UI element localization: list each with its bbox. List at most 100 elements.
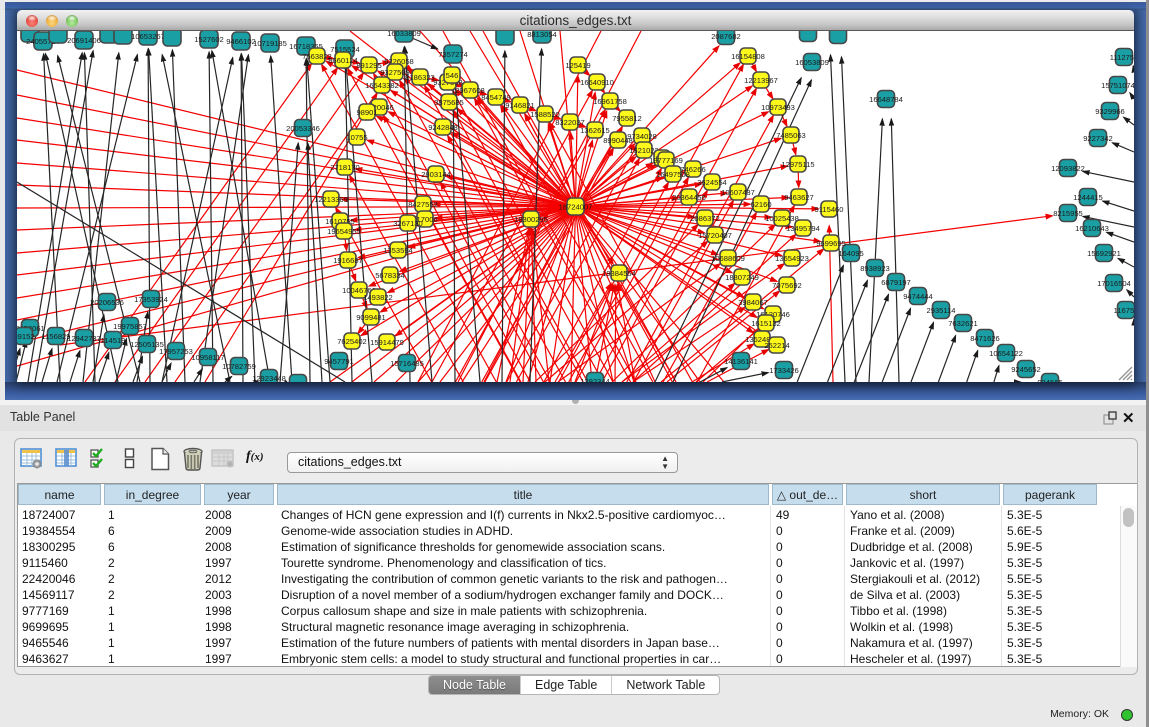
svg-text:7625402: 7625402 xyxy=(337,337,367,346)
svg-text:2935114: 2935114 xyxy=(927,306,956,315)
svg-text:2087682: 2087682 xyxy=(711,32,741,41)
svg-text:546: 546 xyxy=(446,71,459,80)
svg-text:12213967: 12213967 xyxy=(744,76,778,85)
svg-text:5678334: 5678334 xyxy=(375,271,405,280)
svg-text:1292344: 1292344 xyxy=(580,377,610,382)
svg-text:15716485: 15716485 xyxy=(390,359,424,368)
svg-text:9242848: 9242848 xyxy=(428,123,458,132)
svg-text:19654955: 19654955 xyxy=(327,227,361,236)
svg-text:891295: 891295 xyxy=(356,61,381,70)
svg-text:3267130: 3267130 xyxy=(393,219,423,228)
svg-text:16053809: 16053809 xyxy=(795,58,829,67)
svg-text:16640910: 16640910 xyxy=(580,78,614,87)
svg-text:9734028: 9734028 xyxy=(627,132,657,141)
svg-text:7632621: 7632621 xyxy=(948,319,978,328)
svg-text:15692921: 15692921 xyxy=(1087,249,1121,258)
svg-text:7075692: 7075692 xyxy=(772,281,802,290)
svg-text:20053346: 20053346 xyxy=(286,124,320,133)
svg-text:39152: 39152 xyxy=(17,332,35,341)
svg-text:10973493: 10973493 xyxy=(761,103,795,112)
svg-text:62160: 62160 xyxy=(750,200,771,209)
svg-text:12923448: 12923448 xyxy=(252,374,286,382)
svg-text:9457791: 9457791 xyxy=(324,357,354,366)
svg-text:1353594: 1353594 xyxy=(383,246,413,255)
svg-text:20206536: 20206536 xyxy=(90,298,124,307)
svg-text:7955812: 7955812 xyxy=(612,114,642,123)
svg-text:18300295: 18300295 xyxy=(514,215,548,224)
svg-text:16961758: 16961758 xyxy=(593,97,627,106)
svg-text:10688609: 10688609 xyxy=(711,254,745,263)
svg-text:20364456: 20364456 xyxy=(672,193,706,202)
svg-text:16543382: 16543382 xyxy=(365,81,399,90)
svg-text:10607487: 10607487 xyxy=(721,188,755,197)
svg-text:8660124: 8660124 xyxy=(328,56,358,65)
svg-text:98901: 98901 xyxy=(356,108,377,117)
svg-text:16648784: 16648784 xyxy=(869,95,903,104)
svg-text:2718170: 2718170 xyxy=(330,163,360,172)
svg-text:15751074: 15751074 xyxy=(1101,81,1134,90)
svg-text:10755: 10755 xyxy=(346,133,367,142)
svg-text:1916687: 1916687 xyxy=(333,256,363,265)
svg-text:9227342: 9227342 xyxy=(1083,134,1113,143)
svg-text:17353924: 17353924 xyxy=(134,295,168,304)
svg-text:3984067: 3984067 xyxy=(738,298,768,307)
svg-text:9699695: 9699695 xyxy=(816,239,846,248)
svg-text:114519: 114519 xyxy=(101,336,126,345)
svg-text:164095: 164095 xyxy=(838,249,863,258)
svg-text:1615132: 1615132 xyxy=(751,319,781,328)
svg-text:9466102: 9466102 xyxy=(226,37,256,46)
svg-text:17957253: 17957253 xyxy=(159,347,193,356)
svg-text:1493822: 1493822 xyxy=(363,293,393,302)
svg-text:7357274: 7357274 xyxy=(438,50,468,59)
svg-text:9115460: 9115460 xyxy=(815,205,844,214)
svg-text:12213369: 12213369 xyxy=(314,195,348,204)
svg-text:8813054: 8813054 xyxy=(527,31,557,39)
svg-text:9329966: 9329966 xyxy=(1095,107,1125,116)
svg-text:10958117: 10958117 xyxy=(191,353,224,362)
svg-text:13654923: 13654923 xyxy=(775,254,809,263)
svg-text:9245652: 9245652 xyxy=(1011,365,1041,374)
svg-text:13495794: 13495794 xyxy=(786,224,820,233)
svg-text:15720407: 15720407 xyxy=(698,231,732,240)
svg-text:12975115: 12975115 xyxy=(781,160,814,169)
svg-text:15914479: 15914479 xyxy=(370,338,404,347)
svg-text:1733426: 1733426 xyxy=(769,366,799,375)
svg-text:20691406: 20691406 xyxy=(67,36,101,45)
svg-text:2803144: 2803144 xyxy=(421,170,451,179)
svg-text:19384554: 19384554 xyxy=(602,269,636,278)
svg-text:116753: 116753 xyxy=(1114,306,1134,315)
svg-text:7485063: 7485063 xyxy=(776,131,806,140)
svg-text:8938923: 8938923 xyxy=(860,264,890,273)
svg-text:1527602: 1527602 xyxy=(194,35,224,44)
svg-text:19975857: 19975857 xyxy=(113,322,147,331)
svg-text:8471626: 8471626 xyxy=(970,334,1000,343)
svg-text:8427552: 8427552 xyxy=(408,200,438,209)
svg-text:1244415: 1244415 xyxy=(1073,193,1103,202)
svg-text:1112757: 1112757 xyxy=(1110,53,1134,62)
svg-text:17016504: 17016504 xyxy=(1097,279,1131,288)
svg-text:1362615: 1362615 xyxy=(580,126,610,135)
svg-text:16497508: 16497508 xyxy=(656,170,690,179)
svg-text:10654122: 10654122 xyxy=(989,349,1023,358)
svg-text:12093822: 12093822 xyxy=(1051,164,1085,173)
svg-text:2086372: 2086372 xyxy=(690,214,720,223)
svg-text:9474444: 9474444 xyxy=(903,292,933,301)
svg-text:16210643: 16210643 xyxy=(1075,224,1109,233)
svg-text:19777169: 19777169 xyxy=(649,156,683,165)
svg-text:10025438: 10025438 xyxy=(765,214,799,223)
svg-text:9146821: 9146821 xyxy=(505,101,535,110)
svg-text:3875685: 3875685 xyxy=(434,98,464,107)
svg-text:3624554: 3624554 xyxy=(697,178,727,187)
svg-text:924565: 924565 xyxy=(1037,378,1062,382)
svg-text:16033809: 16033809 xyxy=(387,31,421,38)
svg-text:9463627: 9463627 xyxy=(784,193,814,202)
svg-text:14136141: 14136141 xyxy=(724,357,758,366)
svg-text:16154808: 16154808 xyxy=(731,52,765,61)
svg-text:9099481: 9099481 xyxy=(356,313,386,322)
svg-text:18807249: 18807249 xyxy=(725,273,759,282)
svg-text:8186323: 8186323 xyxy=(405,73,435,82)
svg-text:8215955: 8215955 xyxy=(1053,209,1083,218)
svg-text:252214: 252214 xyxy=(764,341,789,350)
svg-text:18724007: 18724007 xyxy=(559,203,593,212)
svg-text:12942737: 12942737 xyxy=(67,334,101,343)
